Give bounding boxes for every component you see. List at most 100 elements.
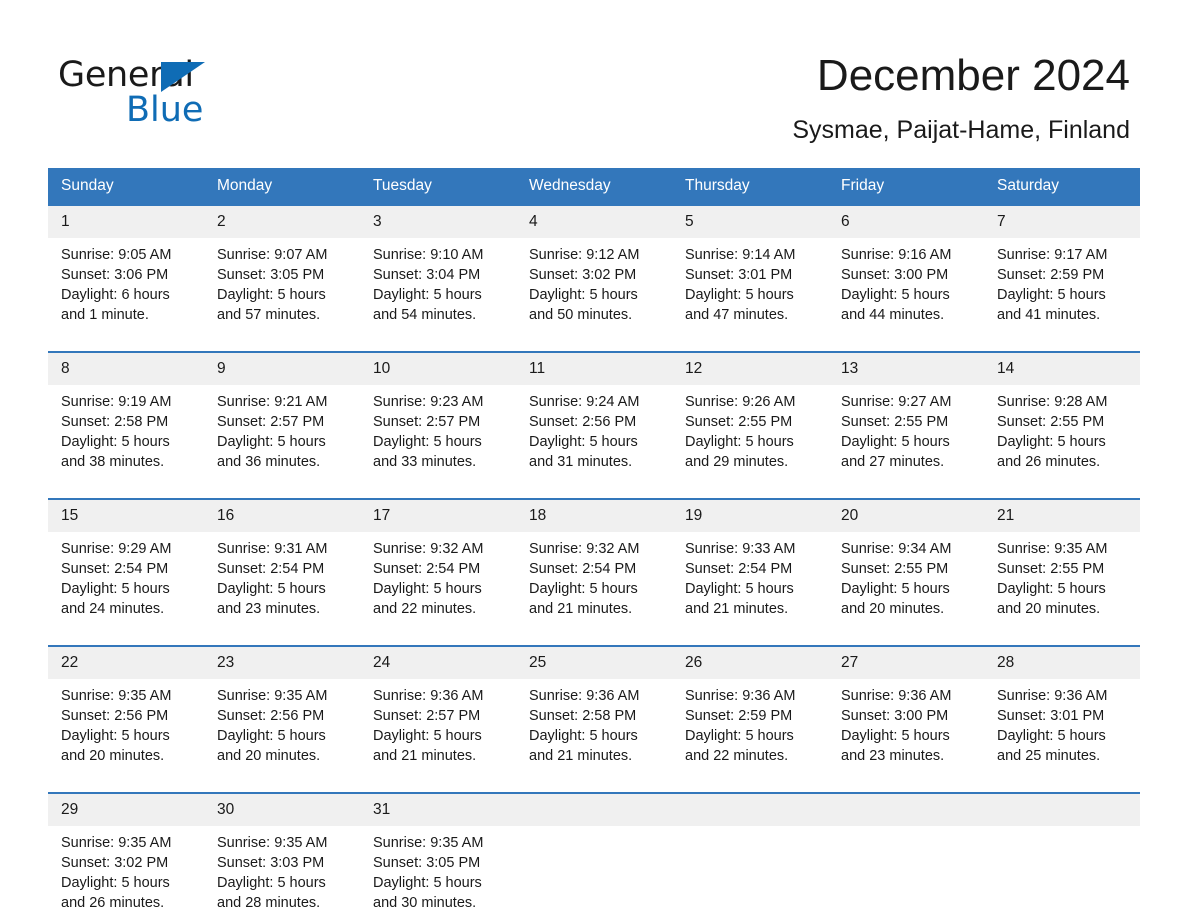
day-cell[interactable]: Sunrise: 9:26 AM Sunset: 2:55 PM Dayligh…: [672, 385, 828, 482]
sunrise-text: Sunrise: 9:31 AM: [217, 541, 328, 557]
sunset-text: Sunset: 2:58 PM: [529, 708, 637, 724]
day-number[interactable]: 8: [48, 353, 204, 385]
day-cell[interactable]: Sunrise: 9:36 AM Sunset: 2:59 PM Dayligh…: [672, 679, 828, 776]
sunrise-text: Sunrise: 9:35 AM: [217, 835, 328, 851]
sunset-text: Sunset: 2:59 PM: [685, 708, 793, 724]
day-cell[interactable]: Sunrise: 9:35 AM Sunset: 3:05 PM Dayligh…: [360, 826, 516, 923]
day-number-row: 22 23 24 25 26 27 28: [48, 647, 1140, 679]
day-number[interactable]: 31: [360, 794, 516, 826]
day-cell[interactable]: Sunrise: 9:35 AM Sunset: 2:56 PM Dayligh…: [204, 679, 360, 776]
day-cell[interactable]: Sunrise: 9:32 AM Sunset: 2:54 PM Dayligh…: [516, 532, 672, 629]
day-cell[interactable]: Sunrise: 9:29 AM Sunset: 2:54 PM Dayligh…: [48, 532, 204, 629]
sunrise-text: Sunrise: 9:28 AM: [997, 394, 1108, 410]
daylight-text-line2: and 21 minutes.: [373, 748, 477, 764]
day-number[interactable]: 25: [516, 647, 672, 679]
day-number[interactable]: 28: [984, 647, 1140, 679]
sunrise-text: Sunrise: 9:32 AM: [373, 541, 484, 557]
day-number[interactable]: 29: [48, 794, 204, 826]
day-number[interactable]: 15: [48, 500, 204, 532]
day-cell[interactable]: Sunrise: 9:16 AM Sunset: 3:00 PM Dayligh…: [828, 238, 984, 335]
sunrise-text: Sunrise: 9:35 AM: [61, 835, 172, 851]
day-number[interactable]: 19: [672, 500, 828, 532]
day-cell[interactable]: Sunrise: 9:35 AM Sunset: 2:55 PM Dayligh…: [984, 532, 1140, 629]
day-cell[interactable]: Sunrise: 9:19 AM Sunset: 2:58 PM Dayligh…: [48, 385, 204, 482]
daylight-text-line2: and 22 minutes.: [373, 601, 477, 617]
day-number[interactable]: 26: [672, 647, 828, 679]
day-number-row: 8 9 10 11 12 13 14: [48, 353, 1140, 385]
day-cell-empty: [828, 826, 984, 923]
weekday-header-saturday: Saturday: [997, 177, 1060, 194]
day-number[interactable]: 2: [204, 206, 360, 238]
sunrise-text: Sunrise: 9:35 AM: [61, 688, 172, 704]
day-cell[interactable]: Sunrise: 9:35 AM Sunset: 2:56 PM Dayligh…: [48, 679, 204, 776]
daylight-text-line2: and 38 minutes.: [61, 454, 165, 470]
week-divider: [48, 335, 1140, 351]
day-detail-row: Sunrise: 9:29 AM Sunset: 2:54 PM Dayligh…: [48, 532, 1140, 629]
day-number-row: 15 16 17 18 19 20 21: [48, 500, 1140, 532]
day-number[interactable]: 30: [204, 794, 360, 826]
day-number[interactable]: 6: [828, 206, 984, 238]
day-number[interactable]: 7: [984, 206, 1140, 238]
day-number[interactable]: 17: [360, 500, 516, 532]
day-cell[interactable]: Sunrise: 9:27 AM Sunset: 2:55 PM Dayligh…: [828, 385, 984, 482]
day-cell[interactable]: Sunrise: 9:32 AM Sunset: 2:54 PM Dayligh…: [360, 532, 516, 629]
daylight-text-line2: and 30 minutes.: [373, 895, 477, 911]
daylight-text-line2: and 21 minutes.: [685, 601, 789, 617]
day-cell[interactable]: Sunrise: 9:31 AM Sunset: 2:54 PM Dayligh…: [204, 532, 360, 629]
day-number[interactable]: 22: [48, 647, 204, 679]
daylight-text-line1: Daylight: 5 hours: [841, 728, 950, 744]
sunrise-text: Sunrise: 9:35 AM: [217, 688, 328, 704]
day-number[interactable]: 3: [360, 206, 516, 238]
day-number[interactable]: 18: [516, 500, 672, 532]
daylight-text-line1: Daylight: 5 hours: [685, 287, 794, 303]
day-cell[interactable]: Sunrise: 9:35 AM Sunset: 3:02 PM Dayligh…: [48, 826, 204, 923]
day-cell[interactable]: Sunrise: 9:21 AM Sunset: 2:57 PM Dayligh…: [204, 385, 360, 482]
daylight-text-line2: and 1 minute.: [61, 307, 149, 323]
sunset-text: Sunset: 2:56 PM: [529, 414, 637, 430]
day-number[interactable]: 27: [828, 647, 984, 679]
day-cell[interactable]: Sunrise: 9:36 AM Sunset: 3:01 PM Dayligh…: [984, 679, 1140, 776]
day-cell[interactable]: Sunrise: 9:36 AM Sunset: 2:57 PM Dayligh…: [360, 679, 516, 776]
day-cell[interactable]: Sunrise: 9:12 AM Sunset: 3:02 PM Dayligh…: [516, 238, 672, 335]
sunrise-text: Sunrise: 9:34 AM: [841, 541, 952, 557]
day-cell[interactable]: Sunrise: 9:07 AM Sunset: 3:05 PM Dayligh…: [204, 238, 360, 335]
day-number[interactable]: 5: [672, 206, 828, 238]
daylight-text-line2: and 23 minutes.: [217, 601, 321, 617]
day-cell[interactable]: Sunrise: 9:24 AM Sunset: 2:56 PM Dayligh…: [516, 385, 672, 482]
daylight-text-line1: Daylight: 5 hours: [61, 434, 170, 450]
day-cell-empty: [984, 826, 1140, 923]
day-number[interactable]: 4: [516, 206, 672, 238]
sunrise-text: Sunrise: 9:26 AM: [685, 394, 796, 410]
day-number[interactable]: 16: [204, 500, 360, 532]
daylight-text-line1: Daylight: 5 hours: [997, 728, 1106, 744]
day-cell[interactable]: Sunrise: 9:35 AM Sunset: 3:03 PM Dayligh…: [204, 826, 360, 923]
day-cell[interactable]: Sunrise: 9:34 AM Sunset: 2:55 PM Dayligh…: [828, 532, 984, 629]
day-cell[interactable]: Sunrise: 9:36 AM Sunset: 3:00 PM Dayligh…: [828, 679, 984, 776]
day-cell[interactable]: Sunrise: 9:17 AM Sunset: 2:59 PM Dayligh…: [984, 238, 1140, 335]
day-cell[interactable]: Sunrise: 9:33 AM Sunset: 2:54 PM Dayligh…: [672, 532, 828, 629]
day-cell[interactable]: Sunrise: 9:10 AM Sunset: 3:04 PM Dayligh…: [360, 238, 516, 335]
day-number[interactable]: 23: [204, 647, 360, 679]
day-cell[interactable]: Sunrise: 9:28 AM Sunset: 2:55 PM Dayligh…: [984, 385, 1140, 482]
day-number-row: 1 2 3 4 5 6 7: [48, 206, 1140, 238]
general-blue-logo[interactable]: General Blue: [58, 48, 258, 136]
day-number[interactable]: 11: [516, 353, 672, 385]
day-number[interactable]: 12: [672, 353, 828, 385]
day-cell[interactable]: Sunrise: 9:36 AM Sunset: 2:58 PM Dayligh…: [516, 679, 672, 776]
sunset-text: Sunset: 3:02 PM: [529, 267, 637, 283]
day-number[interactable]: 21: [984, 500, 1140, 532]
day-number[interactable]: 20: [828, 500, 984, 532]
day-number[interactable]: 14: [984, 353, 1140, 385]
day-cell[interactable]: Sunrise: 9:23 AM Sunset: 2:57 PM Dayligh…: [360, 385, 516, 482]
sunset-text: Sunset: 3:05 PM: [217, 267, 325, 283]
day-number[interactable]: 24: [360, 647, 516, 679]
day-number[interactable]: 1: [48, 206, 204, 238]
day-number[interactable]: 13: [828, 353, 984, 385]
daylight-text-line2: and 20 minutes.: [841, 601, 945, 617]
day-cell[interactable]: Sunrise: 9:05 AM Sunset: 3:06 PM Dayligh…: [48, 238, 204, 335]
day-number[interactable]: 9: [204, 353, 360, 385]
day-cell[interactable]: Sunrise: 9:14 AM Sunset: 3:01 PM Dayligh…: [672, 238, 828, 335]
sunset-text: Sunset: 2:54 PM: [685, 561, 793, 577]
day-number[interactable]: 10: [360, 353, 516, 385]
sunrise-text: Sunrise: 9:10 AM: [373, 247, 484, 263]
